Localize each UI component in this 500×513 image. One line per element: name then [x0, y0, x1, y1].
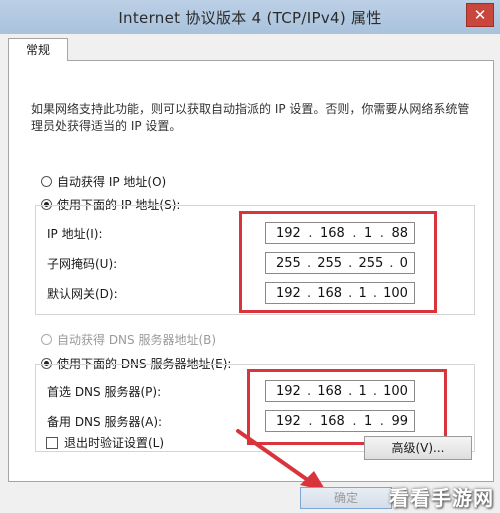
- red-arrow-annotation: [236, 429, 326, 491]
- validate-on-exit-checkbox[interactable]: 退出时验证设置(L): [46, 434, 164, 451]
- description-text: 如果网络支持此功能，则可以获取自动指派的 IP 设置。否则，你需要从网络系统管理…: [31, 102, 470, 133]
- auto-ip-radio[interactable]: 自动获得 IP 地址(O): [41, 173, 166, 190]
- general-panel: 如果网络支持此功能，则可以获取自动指派的 IP 设置。否则，你需要从网络系统管理…: [8, 60, 494, 482]
- tab-general[interactable]: 常规: [8, 38, 68, 61]
- checkbox-square: [46, 436, 58, 449]
- radio-circle: [41, 334, 52, 345]
- auto-ip-label: 自动获得 IP 地址(O): [57, 175, 167, 189]
- validate-on-exit-label: 退出时验证设置(L): [64, 436, 165, 450]
- advanced-button[interactable]: 高级(V)...: [364, 436, 472, 460]
- close-button[interactable]: ✕: [466, 3, 494, 27]
- auto-dns-label: 自动获得 DNS 服务器地址(B): [57, 333, 217, 347]
- window-title: Internet 协议版本 4 (TCP/IPv4) 属性: [118, 9, 382, 27]
- ip-highlight-box: [239, 211, 437, 313]
- ip-address-label: IP 地址(I):: [47, 227, 103, 241]
- subnet-mask-label: 子网掩码(U):: [47, 257, 118, 271]
- default-gateway-label: 默认网关(D):: [47, 287, 118, 301]
- watermark-text: 看看手游网: [389, 486, 494, 510]
- alternate-dns-label: 备用 DNS 服务器(A):: [47, 415, 163, 429]
- radio-circle: [41, 176, 52, 187]
- auto-dns-radio[interactable]: 自动获得 DNS 服务器地址(B): [41, 331, 216, 348]
- ok-button[interactable]: 确定: [300, 487, 392, 509]
- preferred-dns-label: 首选 DNS 服务器(P):: [47, 385, 162, 399]
- title-bar: Internet 协议版本 4 (TCP/IPv4) 属性 ✕: [0, 0, 500, 35]
